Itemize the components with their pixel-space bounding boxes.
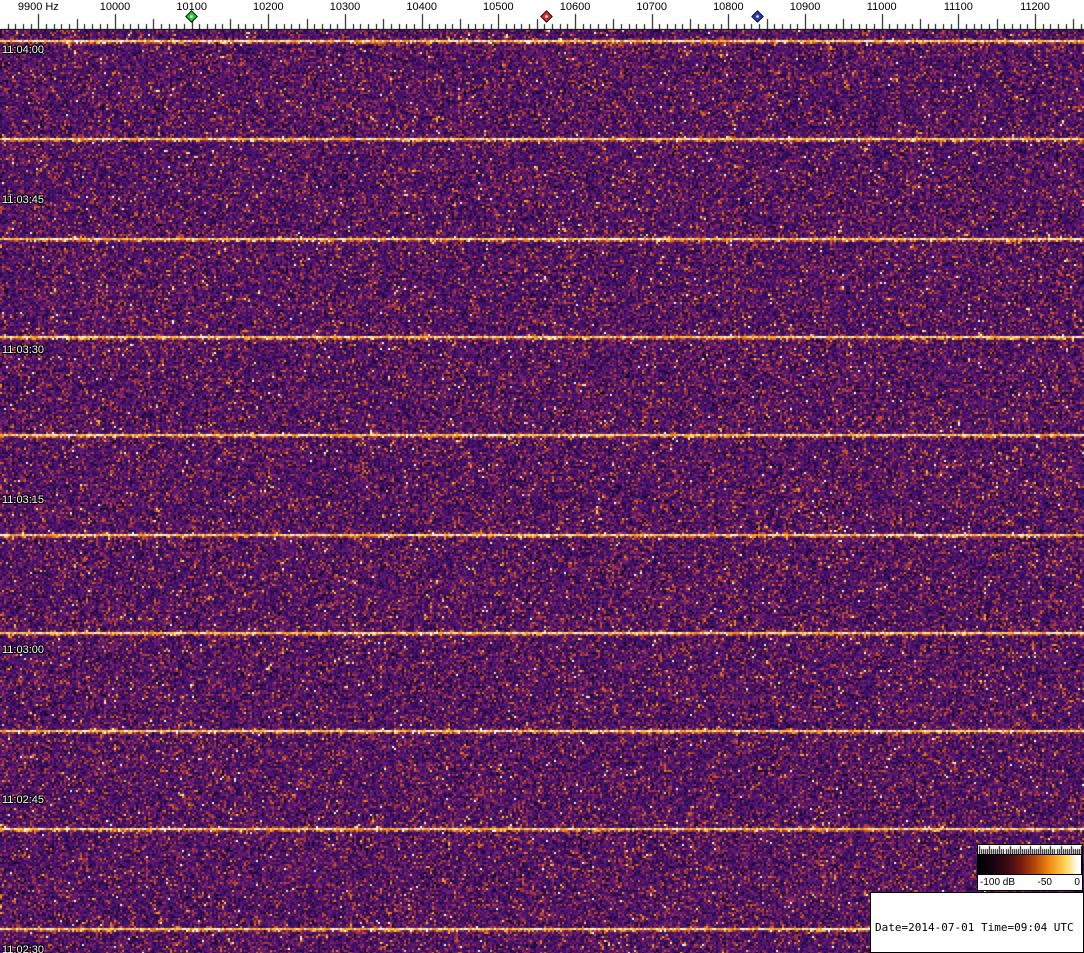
time-label: 11:03:45 xyxy=(2,194,45,206)
time-label: 11:03:15 xyxy=(2,494,45,506)
legend-ruler-ticks xyxy=(978,845,1082,854)
frequency-label: 11200 xyxy=(1020,1,1050,13)
spectrogram-canvas[interactable] xyxy=(0,30,1084,953)
frequency-label: 10600 xyxy=(559,1,591,13)
time-label: 11:02:30 xyxy=(2,944,45,953)
legend-gradient-bar xyxy=(978,854,1082,875)
legend-mid-label: -50 xyxy=(1037,877,1052,888)
frequency-ruler[interactable]: 9900 Hz 10000 10100 10200 10300 10400 10500 106… xyxy=(0,0,1084,30)
frequency-label: 10400 xyxy=(406,1,437,13)
spectrogram-window: 9900 Hz 10000 10100 10200 10300 10400 10500 106… xyxy=(0,0,1084,953)
frequency-label: 10800 xyxy=(713,1,744,13)
frequency-label: 10000 xyxy=(99,1,131,13)
frequency-label: 10700 xyxy=(636,1,667,13)
legend-max-label: 0 xyxy=(1074,877,1080,888)
waterfall-display[interactable]: 11:04:00 11:03:45 11:03:30 11:03:15 11:03:00… xyxy=(0,30,1084,953)
status-info-box: Date=2014-07-01 Time=09:04 UTC Freq=143 … xyxy=(870,892,1084,953)
info-date-time: Date=2014-07-01 Time=09:04 UTC xyxy=(875,921,1074,934)
time-label: 11:03:00 xyxy=(2,644,45,656)
frequency-label: 11000 xyxy=(866,1,897,13)
legend-labels: -100 dB -50 0 xyxy=(978,875,1082,890)
time-label: 11:03:30 xyxy=(2,344,45,356)
frequency-label: 10300 xyxy=(329,1,361,13)
frequency-label: 10200 xyxy=(253,1,284,13)
amplitude-color-scale: -100 dB -50 0 xyxy=(977,844,1083,891)
frequency-label: 11100 xyxy=(943,1,973,13)
frequency-label: 10500 xyxy=(483,1,514,13)
time-label: 11:04:00 xyxy=(2,44,45,56)
frequency-label: 10900 xyxy=(789,1,821,13)
time-label: 11:02:45 xyxy=(2,794,45,806)
legend-min-label: -100 dB xyxy=(980,877,1016,888)
frequency-label: 9900 Hz xyxy=(17,1,59,13)
